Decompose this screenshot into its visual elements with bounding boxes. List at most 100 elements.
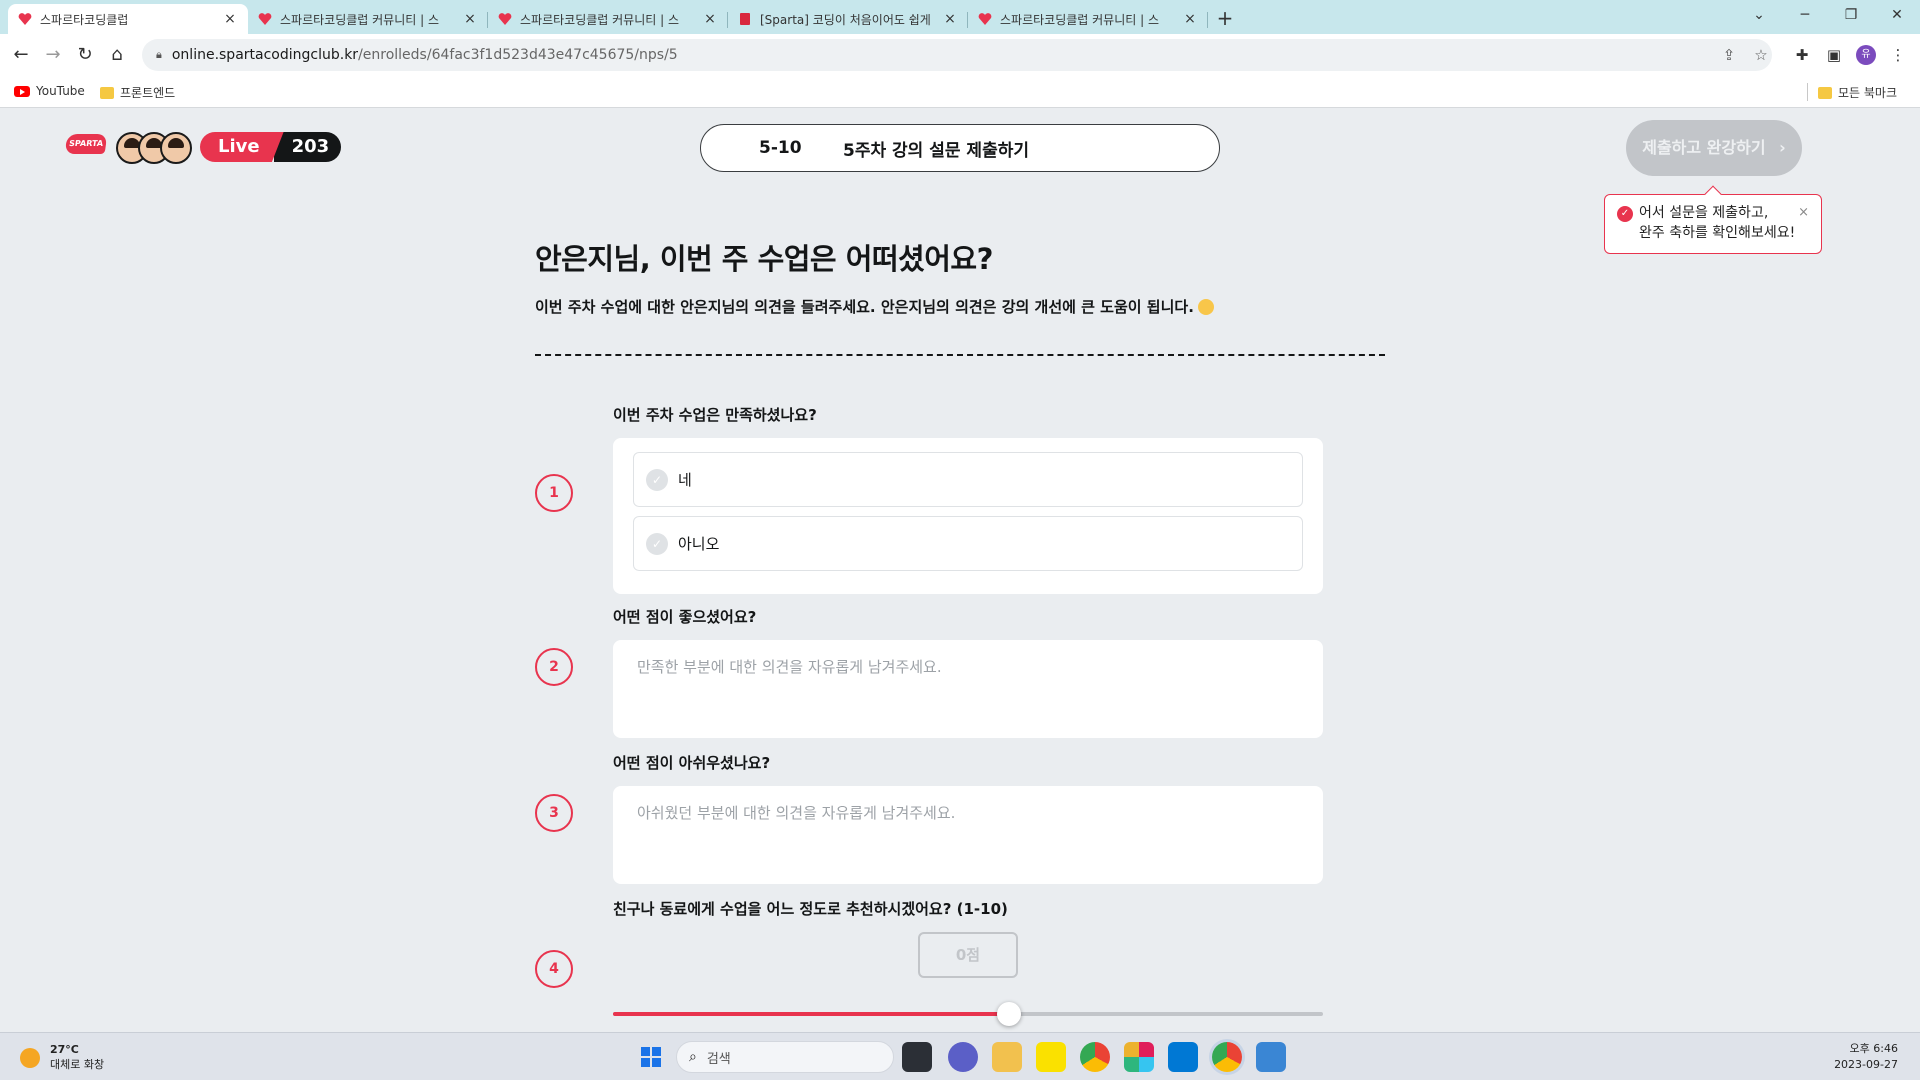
- lesson-title: 5주차 강의 설문 제출하기: [843, 140, 1029, 161]
- browser-tab-4[interactable]: [Sparta] 코딩이 처음이어도 쉽게 ×: [728, 4, 968, 34]
- option-label: 네: [678, 471, 692, 489]
- forward-arrow-icon[interactable]: →: [40, 42, 66, 68]
- sparta-favicon-icon: [18, 12, 32, 26]
- sparta-favicon-icon: [498, 12, 512, 26]
- bookmark-star-icon[interactable]: ☆: [1748, 39, 1774, 71]
- notepad-icon[interactable]: [1256, 1042, 1286, 1072]
- lock-icon: 🔒︎: [156, 48, 162, 61]
- sparta-favicon-icon: [978, 12, 992, 26]
- url-host: online.spartacodingclub.kr: [171, 47, 359, 63]
- question-4-number: 4: [535, 950, 573, 988]
- browser-tab-1[interactable]: 스파르타코딩클럽 ×: [8, 4, 248, 34]
- tab-close-icon[interactable]: ×: [702, 11, 718, 27]
- weather-widget[interactable]: 27°C 대체로 화창: [20, 1043, 104, 1072]
- question-2-number: 2: [535, 648, 573, 686]
- check-circle-icon: ✓: [1617, 206, 1633, 222]
- question-1-card: ✓ 네 ✓ 아니오: [613, 438, 1323, 594]
- new-tab-button[interactable]: +: [1212, 6, 1238, 32]
- option-no[interactable]: ✓ 아니오: [633, 516, 1303, 571]
- live-label: Live: [200, 132, 284, 162]
- all-bookmarks[interactable]: 모든 북마크: [1818, 84, 1897, 101]
- tab-close-icon[interactable]: ×: [462, 11, 478, 27]
- bookmarks-bar: YouTube 프론트엔드 모든 북마크: [0, 76, 1920, 108]
- reload-icon[interactable]: ↻: [72, 42, 98, 68]
- question-1-label: 이번 주차 수업은 만족하셨나요?: [613, 406, 817, 424]
- more-menu-icon[interactable]: ⋮: [1886, 43, 1910, 67]
- tab-search-chevron-icon[interactable]: ⌄: [1736, 0, 1782, 30]
- minimize-icon[interactable]: ─: [1782, 0, 1828, 30]
- teams-chat-icon[interactable]: [948, 1042, 978, 1072]
- recommend-slider[interactable]: [613, 1002, 1323, 1026]
- submit-tooltip: ✓ × 어서 설문을 제출하고, 완주 축하를 확인해보세요!: [1604, 185, 1822, 254]
- browser-tab-5[interactable]: 스파르타코딩클럽 커뮤니티 | 스 ×: [968, 4, 1208, 34]
- tab-close-icon[interactable]: ×: [222, 11, 238, 27]
- sparta-logo[interactable]: SPARTA: [64, 134, 108, 154]
- windows-taskbar: 27°C 대체로 화창 ⌕ 검색 오후 6:46 2023-09-27: [0, 1032, 1920, 1080]
- close-window-icon[interactable]: ✕: [1874, 0, 1920, 30]
- tooltip-line-1: 어서 설문을 제출하고,: [1639, 205, 1769, 221]
- bookmark-frontend-folder[interactable]: 프론트엔드: [100, 84, 175, 101]
- folder-icon: [100, 86, 114, 99]
- dashed-divider: [535, 354, 1385, 356]
- back-arrow-icon[interactable]: ←: [8, 42, 34, 68]
- system-clock[interactable]: 오후 6:46 2023-09-27: [1834, 1041, 1898, 1073]
- recommend-score-display: 0점: [918, 932, 1018, 978]
- live-avatars: [116, 132, 196, 164]
- side-panel-icon[interactable]: ▣: [1822, 43, 1846, 67]
- windows-start-icon[interactable]: [636, 1042, 666, 1072]
- submit-complete-button[interactable]: 제출하고 완강하기 ›: [1626, 120, 1802, 176]
- tab-close-icon[interactable]: ×: [942, 11, 958, 27]
- survey-subtext: 이번 주차 수업에 대한 안은지님의 의견을 들려주세요. 안은지님의 의견은 …: [535, 296, 1214, 317]
- clock-date: 2023-09-27: [1834, 1058, 1898, 1071]
- restore-icon[interactable]: ❐: [1828, 0, 1874, 30]
- check-icon: ✓: [646, 468, 668, 491]
- slider-fill: [613, 1012, 1010, 1016]
- url-path: /enrolleds/64fac3f1d523d43e47c45675/nps/…: [358, 47, 678, 63]
- bookmark-youtube[interactable]: YouTube: [14, 84, 85, 98]
- clock-time: 오후 6:46: [1849, 1042, 1898, 1055]
- task-view-icon[interactable]: [902, 1042, 932, 1072]
- kakaotalk-icon[interactable]: [1036, 1042, 1066, 1072]
- survey-subtext-text: 이번 주차 수업에 대한 안은지님의 의견을 들려주세요. 안은지님의 의견은 …: [535, 298, 1194, 316]
- live-indicator: Live 203: [200, 132, 342, 162]
- avatar: [160, 132, 192, 164]
- temperature: 27°C: [50, 1043, 79, 1056]
- question-3-card: [613, 786, 1323, 884]
- taskbar-search[interactable]: ⌕ 검색: [676, 1041, 894, 1073]
- question-3-label: 어떤 점이 아쉬우셨나요?: [613, 754, 771, 772]
- profile-avatar[interactable]: 유: [1856, 45, 1876, 65]
- chrome-profile-icon[interactable]: [1212, 1042, 1242, 1072]
- option-label: 아니오: [678, 535, 720, 553]
- slack-icon[interactable]: [1124, 1042, 1154, 1072]
- tooltip-close-icon[interactable]: ×: [1798, 203, 1809, 223]
- regret-points-textarea[interactable]: [637, 802, 1297, 872]
- question-2-card: [613, 640, 1323, 738]
- slider-thumb[interactable]: [997, 1002, 1022, 1026]
- tab-close-icon[interactable]: ×: [1182, 11, 1198, 27]
- sparta-favicon-icon: [258, 12, 272, 26]
- tab-title: [Sparta] 코딩이 처음이어도 쉽게: [760, 12, 931, 27]
- lesson-title-pill[interactable]: 5-10 5주차 강의 설문 제출하기: [700, 124, 1220, 172]
- survey-headline: 안은지님, 이번 주 수업은 어떠셨어요?: [535, 242, 993, 276]
- file-explorer-icon[interactable]: [992, 1042, 1022, 1072]
- folder-icon: [1818, 86, 1832, 99]
- browser-tab-3[interactable]: 스파르타코딩클럽 커뮤니티 | 스 ×: [488, 4, 728, 34]
- all-bookmarks-label: 모든 북마크: [1838, 86, 1898, 100]
- browser-tab-2[interactable]: 스파르타코딩클럽 커뮤니티 | 스 ×: [248, 4, 488, 34]
- browser-toolbar: ← → ↻ ⌂ 🔒︎ online.spartacodingclub.kr/en…: [0, 34, 1920, 76]
- option-yes[interactable]: ✓ 네: [633, 452, 1303, 507]
- chrome-icon[interactable]: [1080, 1042, 1110, 1072]
- good-points-textarea[interactable]: [637, 656, 1297, 726]
- question-1-number: 1: [535, 474, 573, 512]
- share-icon[interactable]: ⇪: [1716, 39, 1742, 71]
- tooltip-line-2: 완주 축하를 확인해보세요!: [1639, 225, 1796, 241]
- home-icon[interactable]: ⌂: [104, 42, 130, 68]
- extensions-puzzle-icon[interactable]: ✚: [1790, 43, 1814, 67]
- smile-emoji-icon: [1197, 299, 1214, 315]
- search-placeholder: 검색: [706, 1051, 731, 1067]
- bookmark-label: 프론트엔드: [120, 86, 176, 100]
- question-2-label: 어떤 점이 좋으셨어요?: [613, 608, 757, 626]
- submit-label: 제출하고 완강하기: [1642, 138, 1766, 157]
- vscode-icon[interactable]: [1168, 1042, 1198, 1072]
- address-bar[interactable]: 🔒︎ online.spartacodingclub.kr/enrolleds/…: [142, 39, 1772, 71]
